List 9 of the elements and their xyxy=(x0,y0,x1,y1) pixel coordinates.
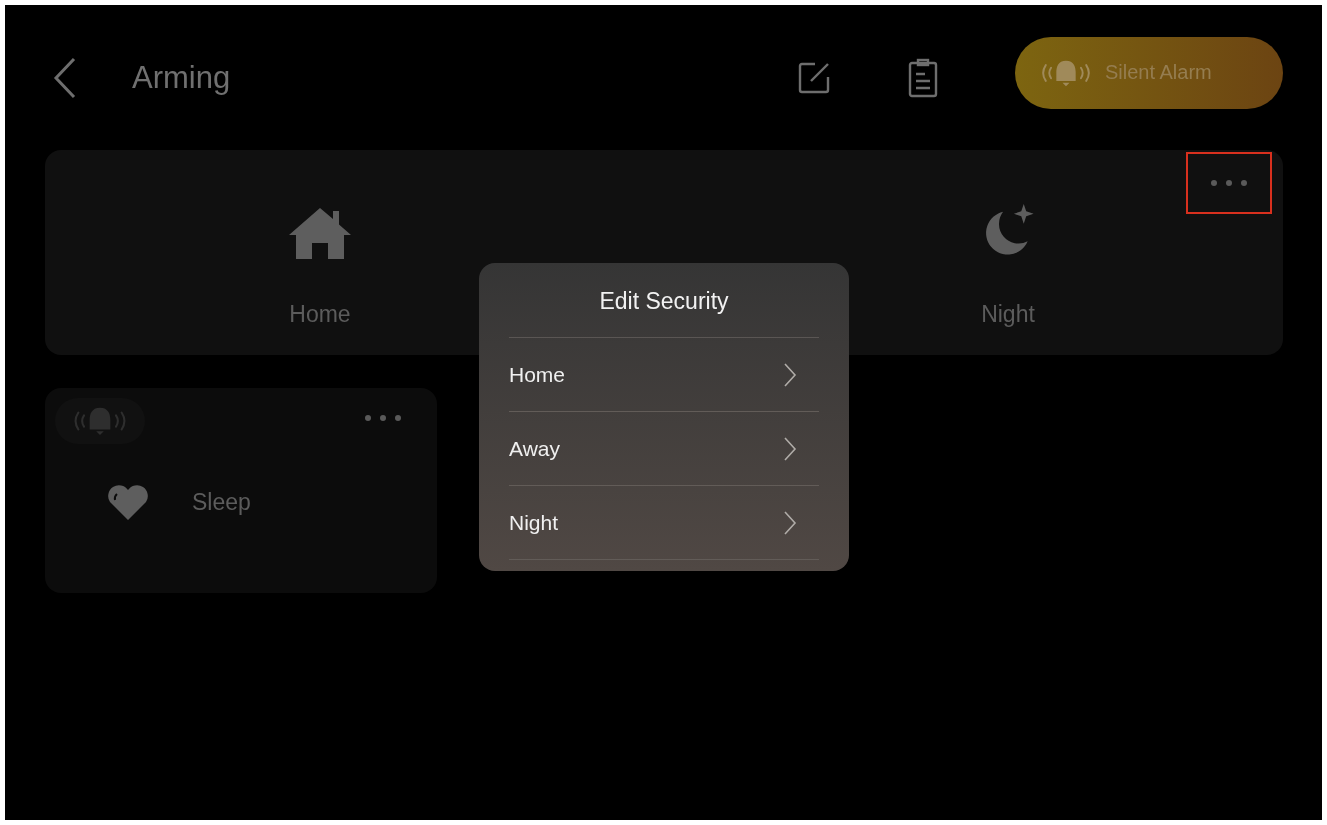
menu-item-label[interactable]: Night xyxy=(509,510,559,535)
page-title: Arming xyxy=(132,59,231,96)
menu-item[interactable]: Night xyxy=(509,486,819,560)
menu-item-label[interactable]: Away xyxy=(509,436,560,461)
menu-item-label[interactable]: Home xyxy=(509,362,566,387)
popup-title: Edit Security xyxy=(509,263,819,338)
menu-item[interactable]: Home xyxy=(509,338,819,412)
scene-label: Sleep xyxy=(192,488,251,516)
menu-item[interactable]: Away xyxy=(509,412,819,486)
